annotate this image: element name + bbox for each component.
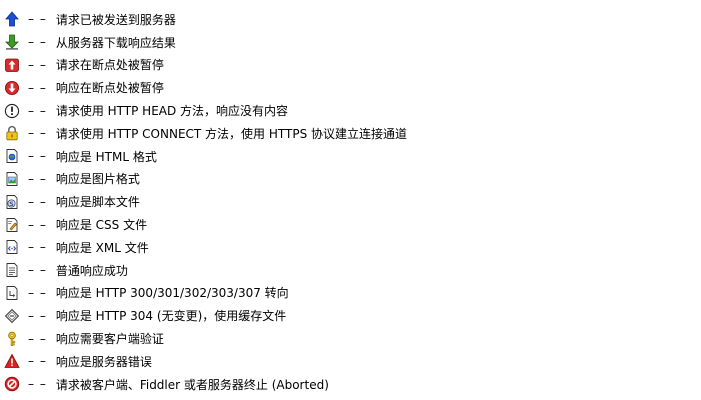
blue-up-arrow-icon (4, 11, 20, 27)
xml-document-icon (4, 239, 20, 255)
script-document-icon: S (4, 194, 20, 210)
legend-row: – – 响应在断点处被暂停 (4, 76, 694, 99)
key-icon (4, 331, 20, 347)
html-document-icon (4, 148, 20, 164)
aborted-circle-icon (4, 376, 20, 392)
legend-text: 从服务器下载响应结果 (55, 35, 176, 50)
separator: – – (28, 57, 47, 72)
legend-row: – – 响应是 HTTP 300/301/302/303/307 转向 (4, 282, 694, 305)
separator: – – (28, 171, 47, 186)
css-document-icon (4, 217, 20, 233)
separator: – – (28, 331, 47, 346)
legend-text: 响应需要客户端验证 (55, 332, 164, 347)
separator: – – (28, 103, 47, 118)
legend-row: – – 响应是 HTTP 304 (无变更)，使用缓存文件 (4, 304, 694, 327)
separator: – – (28, 12, 47, 27)
legend-text: 响应是服务器错误 (55, 354, 152, 369)
separator: – – (28, 217, 47, 232)
info-head-icon (4, 103, 20, 119)
green-down-arrow-icon (4, 34, 20, 50)
legend-text: 响应在断点处被暂停 (55, 81, 164, 96)
legend-text: 响应是 CSS 文件 (55, 218, 148, 233)
separator: – – (28, 80, 47, 95)
legend-row: – – 请求使用 HTTP CONNECT 方法，使用 HTTPS 协议建立连接… (4, 122, 694, 145)
separator: – – (28, 308, 47, 323)
legend-text: 响应是脚本文件 (55, 195, 140, 210)
separator: – – (28, 149, 47, 164)
legend-row: – – 响应是 XML 文件 (4, 236, 694, 259)
legend-row: – – 请求被客户端、Fiddler 或者服务器终止 (Aborted) (4, 373, 694, 396)
separator: – – (28, 194, 47, 209)
legend-text: 请求在断点处被暂停 (55, 58, 164, 73)
separator: – – (28, 35, 47, 50)
separator: – – (28, 240, 47, 255)
warning-triangle-icon (4, 353, 20, 369)
legend-row: – – 响应是图片格式 (4, 168, 694, 191)
legend-row: S – – 响应是脚本文件 (4, 190, 694, 213)
legend-row: – – 响应是服务器错误 (4, 350, 694, 373)
legend-text: 响应是 HTTP 300/301/302/303/307 转向 (55, 286, 289, 301)
image-document-icon (4, 171, 20, 187)
legend-text: 请求被客户端、Fiddler 或者服务器终止 (Aborted) (55, 377, 329, 392)
separator: – – (28, 285, 47, 300)
status-icon-legend: – – 请求已被发送到服务器 – – 从服务器下载响应结果 – – 请求在断点处… (4, 8, 694, 396)
legend-row: – – 响应是 CSS 文件 (4, 213, 694, 236)
separator: – – (28, 126, 47, 141)
redirect-document-icon (4, 285, 20, 301)
cache-diamond-icon (4, 308, 20, 324)
legend-text: 响应是 HTML 格式 (55, 149, 157, 164)
legend-text: 请求使用 HTTP CONNECT 方法，使用 HTTPS 协议建立连接通道 (55, 126, 408, 141)
separator: – – (28, 354, 47, 369)
red-request-breakpoint-icon (4, 57, 20, 73)
legend-text: 响应是图片格式 (55, 172, 140, 187)
legend-row: – – 请求在断点处被暂停 (4, 54, 694, 77)
legend-row: – – 响应是 HTML 格式 (4, 145, 694, 168)
legend-row: – – 从服务器下载响应结果 (4, 31, 694, 54)
plain-document-icon (4, 262, 20, 278)
legend-text: 普通响应成功 (55, 263, 128, 278)
legend-text: 请求已被发送到服务器 (55, 12, 176, 27)
legend-text: 响应是 XML 文件 (55, 240, 149, 255)
separator: – – (28, 377, 47, 392)
legend-text: 请求使用 HTTP HEAD 方法，响应没有内容 (55, 104, 289, 119)
legend-row: – – 普通响应成功 (4, 259, 694, 282)
svg-text:S: S (9, 200, 14, 208)
legend-row: – – 请求使用 HTTP HEAD 方法，响应没有内容 (4, 99, 694, 122)
legend-text: 响应是 HTTP 304 (无变更)，使用缓存文件 (55, 309, 287, 324)
red-response-breakpoint-icon (4, 80, 20, 96)
lock-icon (4, 125, 20, 141)
legend-row: – – 响应需要客户端验证 (4, 327, 694, 350)
legend-row: – – 请求已被发送到服务器 (4, 8, 694, 31)
separator: – – (28, 263, 47, 278)
